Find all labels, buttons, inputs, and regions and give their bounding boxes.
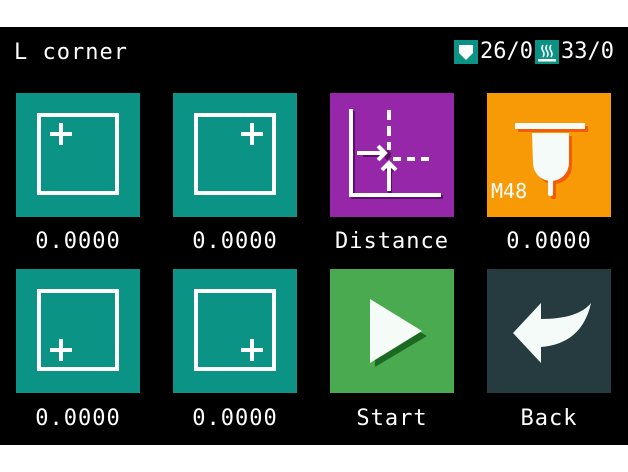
distance-label: Distance: [335, 229, 449, 254]
status-bar: 26/0 33/0: [454, 39, 614, 64]
top-right-value: 0.0000: [192, 229, 278, 254]
play-icon: [370, 299, 427, 367]
bottom-left-corner-button[interactable]: [16, 269, 140, 393]
top-left-value: 0.0000: [35, 229, 121, 254]
back-button[interactable]: [487, 269, 611, 393]
top-left-corner-icon: [37, 113, 119, 195]
back-arrow-icon: [513, 303, 591, 363]
nozzle-temp: 26/0: [480, 39, 534, 64]
top-right-corner-button[interactable]: [173, 93, 297, 217]
bed-temp-icon: [535, 39, 560, 64]
distance-button[interactable]: [330, 93, 454, 217]
bed-temp: 33/0: [561, 39, 614, 64]
page-title: L corner: [14, 40, 128, 65]
top-right-corner-icon: [194, 113, 276, 195]
probe-badge: M48: [491, 179, 528, 203]
nozzle-temp-icon: [454, 39, 479, 64]
probe-m48-button[interactable]: M48: [487, 93, 611, 217]
screen: L corner 26/0 33/0 0.0000 0.0000 Distanc…: [0, 27, 628, 445]
back-label: Back: [520, 406, 578, 431]
top-left-corner-button[interactable]: [16, 93, 140, 217]
bottom-left-value: 0.0000: [35, 406, 121, 431]
distance-icon: [349, 109, 443, 199]
bottom-left-corner-icon: [37, 289, 119, 371]
probe-value: 0.0000: [506, 229, 592, 254]
bottom-right-value: 0.0000: [192, 406, 278, 431]
bottom-right-corner-button[interactable]: [173, 269, 297, 393]
start-button[interactable]: [330, 269, 454, 393]
bottom-right-corner-icon: [194, 289, 276, 371]
start-label: Start: [356, 406, 428, 431]
